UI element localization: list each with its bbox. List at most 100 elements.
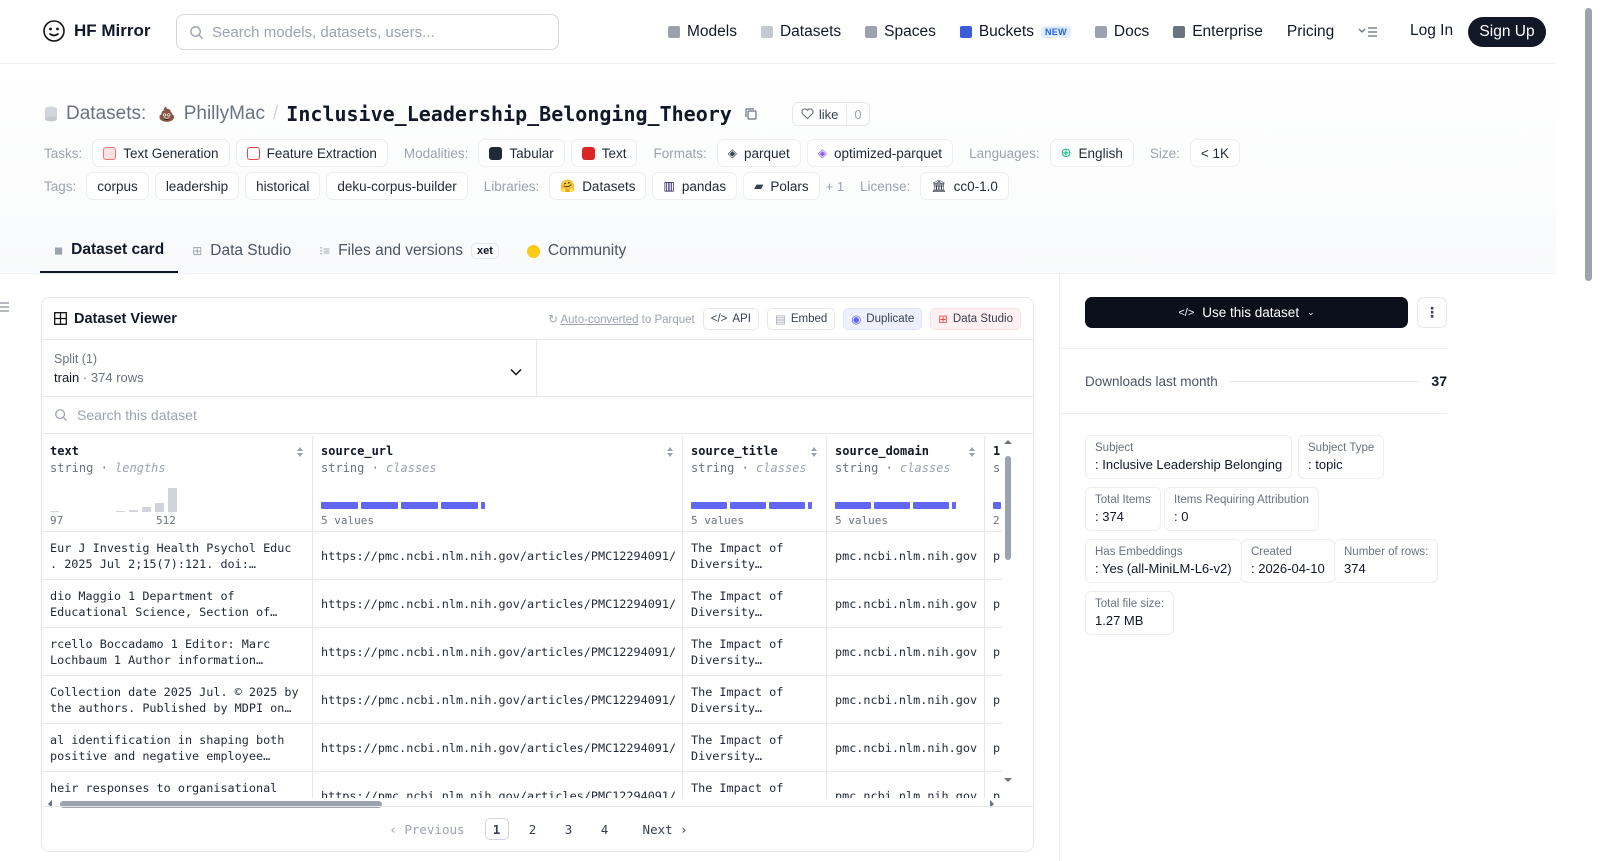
sort-icon[interactable] (968, 446, 976, 458)
table-cell[interactable]: https://pmc.ncbi.nlm.nih.gov/articles/PM… (313, 628, 683, 676)
table-cell[interactable]: https://pmc.ncbi.nlm.nih.gov/articles/PM… (313, 724, 683, 772)
global-search[interactable] (176, 14, 559, 50)
table-cell[interactable]: p (985, 676, 1002, 724)
signup-button[interactable]: Sign Up (1468, 17, 1546, 47)
next-page-button[interactable]: Next › (643, 822, 688, 837)
page-button[interactable]: 4 (593, 818, 617, 840)
size-tag[interactable]: < 1K (1189, 139, 1240, 167)
table-cell[interactable]: https://pmc.ncbi.nlm.nih.gov/articles/PM… (313, 532, 683, 580)
tab-data-studio[interactable]: ⊞ Data Studio (178, 229, 305, 273)
language-tag[interactable]: ⊕ English (1049, 139, 1134, 167)
table-cell[interactable]: rcello Boccadamo 1 Editor: Marc Lochbaum… (42, 628, 313, 676)
tag-chip[interactable]: leadership (154, 172, 240, 200)
license-tag[interactable]: 🏛 cc0-1.0 (920, 172, 1009, 200)
library-tag[interactable]: ▥ pandas (652, 172, 738, 200)
nav-more-menu[interactable] (1358, 26, 1378, 38)
column-header-text[interactable]: text string · lengths 97 512 (42, 436, 313, 532)
table-cell[interactable]: p (985, 532, 1002, 580)
nav-buckets[interactable]: Buckets NEW (959, 23, 1071, 41)
table-cell[interactable]: pmc.ncbi.nlm.nih.gov (827, 772, 985, 798)
page-button[interactable]: 2 (521, 818, 545, 840)
dataset-search[interactable] (42, 397, 1033, 434)
nav-pricing[interactable]: Pricing (1287, 23, 1334, 41)
task-tag[interactable]: Feature Extraction (235, 139, 388, 167)
tab-files[interactable]: ⁝≡ Files and versions xet (305, 229, 513, 273)
table-cell[interactable]: The Impact of (683, 772, 827, 798)
login-link[interactable]: Log In (1410, 22, 1453, 40)
column-header-extra[interactable]: 1 s 2 (985, 436, 1002, 532)
tag-chip[interactable]: deku-corpus-builder (326, 172, 468, 200)
nav-docs[interactable]: Docs (1094, 23, 1149, 41)
table-cell[interactable]: The Impact of Diversity… (683, 580, 827, 628)
sort-icon[interactable] (810, 446, 818, 458)
library-tag[interactable]: 🤗 Datasets (549, 172, 647, 200)
table-cell[interactable]: pmc.ncbi.nlm.nih.gov (827, 724, 985, 772)
library-tag[interactable]: ▰ Polars (743, 172, 820, 200)
nav-models[interactable]: Models (668, 23, 737, 41)
more-options-button[interactable]: ⋮ (1417, 297, 1447, 328)
dataset-search-input[interactable] (77, 407, 477, 423)
table-cell[interactable]: pmc.ncbi.nlm.nih.gov (827, 580, 985, 628)
tag-chip[interactable]: corpus (86, 172, 149, 200)
sort-icon[interactable] (666, 446, 674, 458)
table-cell[interactable]: heir responses to organisational (42, 772, 313, 798)
table-cell[interactable]: p (985, 628, 1002, 676)
tag-chip[interactable]: historical (245, 172, 321, 200)
global-search-input[interactable] (212, 23, 532, 41)
table-cell[interactable]: https://pmc.ncbi.nlm.nih.gov/articles/PM… (313, 772, 683, 798)
api-button[interactable]: </> API (702, 307, 759, 330)
table-cell[interactable]: pmc.ncbi.nlm.nih.gov (827, 532, 985, 580)
table-cell[interactable]: p (985, 580, 1002, 628)
table-cell[interactable]: pmc.ncbi.nlm.nih.gov (827, 676, 985, 724)
table-cell[interactable]: Eur J Investig Health Psychol Educ . 202… (42, 532, 313, 580)
table-cell[interactable]: al identification in shaping both positi… (42, 724, 313, 772)
duplicate-button[interactable]: ◉ Duplicate (843, 307, 923, 330)
page-button[interactable]: 1 (484, 818, 509, 840)
column-stat: classes (900, 461, 951, 475)
use-dataset-button[interactable]: </> Use this dataset ⌄ (1085, 297, 1408, 328)
modality-tag[interactable]: Tabular (478, 139, 565, 167)
copy-icon[interactable] (744, 107, 758, 121)
tab-dataset-card[interactable]: ◼ Dataset card (40, 229, 179, 273)
table-cell[interactable]: The Impact of Diversity… (683, 724, 827, 772)
nav-enterprise[interactable]: Enterprise (1173, 23, 1263, 41)
table-cell[interactable]: The Impact of Diversity… (683, 532, 827, 580)
scroll-down-icon[interactable] (1002, 776, 1014, 784)
table-cell[interactable]: The Impact of Diversity… (683, 676, 827, 724)
previous-page-button[interactable]: ‹ Previous (389, 822, 464, 837)
nav-spaces[interactable]: Spaces (865, 23, 936, 41)
column-header-source-url[interactable]: source_url string · classes 5 values (313, 436, 683, 532)
modality-tag[interactable]: Text (570, 139, 638, 167)
column-header-source-domain[interactable]: source_domain string · classes 5 values (827, 436, 985, 532)
data-studio-button[interactable]: ⊞ Data Studio (930, 307, 1021, 330)
format-tag[interactable]: ◈ optimized-parquet (806, 139, 954, 167)
nav-datasets[interactable]: Datasets (760, 23, 841, 41)
scroll-thumb[interactable] (1005, 456, 1011, 560)
buckets-icon (959, 26, 972, 38)
split-selector[interactable]: Split (1) train · 374 rows (42, 340, 537, 396)
table-cell[interactable]: p (985, 772, 1002, 799)
brand-link[interactable]: HF Mirror (42, 19, 151, 43)
table-cell[interactable]: https://pmc.ncbi.nlm.nih.gov/articles/PM… (313, 580, 683, 628)
table-cell[interactable]: The Impact of Diversity… (683, 628, 827, 676)
sort-icon[interactable] (296, 446, 304, 458)
table-cell[interactable]: p (985, 724, 1002, 772)
repo-owner-link[interactable]: PhillyMac (184, 103, 265, 125)
page-button[interactable]: 3 (557, 818, 581, 840)
table-cell[interactable]: Collection date 2025 Jul. © 2025 by the … (42, 676, 313, 724)
like-button[interactable]: like 0 (791, 102, 870, 126)
column-header-source-title[interactable]: source_title string · classes 5 values (683, 436, 827, 532)
sidebar-toggle-icon[interactable] (0, 301, 9, 313)
embed-button[interactable]: ▤ Embed (766, 307, 836, 330)
tab-community[interactable]: Community (513, 229, 640, 273)
table-cell[interactable]: pmc.ncbi.nlm.nih.gov (827, 628, 985, 676)
table-cell[interactable]: dio Maggio 1 Department of Educational S… (42, 580, 313, 628)
table-cell[interactable]: https://pmc.ncbi.nlm.nih.gov/articles/PM… (313, 676, 683, 724)
format-tag[interactable]: ◈ parquet (716, 139, 801, 167)
scroll-up-icon[interactable] (1002, 438, 1014, 446)
auto-converted-link[interactable]: Auto-converted (560, 314, 638, 326)
page-scrollbar-thumb[interactable] (1585, 8, 1592, 281)
libraries-more[interactable]: + 1 (826, 179, 844, 194)
table-vertical-scrollbar[interactable] (1002, 436, 1014, 788)
task-tag[interactable]: Text Generation (92, 139, 230, 167)
